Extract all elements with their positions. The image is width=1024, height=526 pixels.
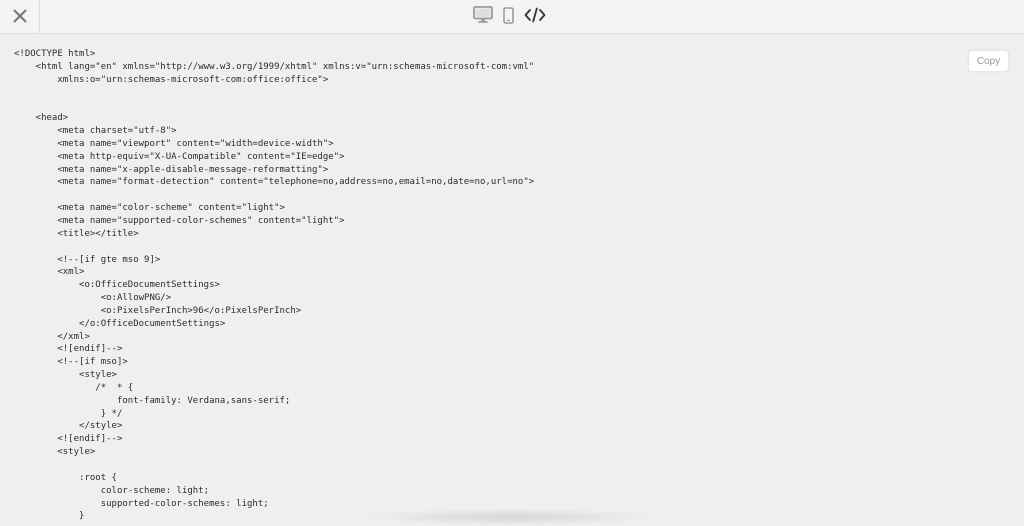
code-line: <html lang="en" xmlns="http://www.w3.org… — [14, 61, 535, 72]
code-line: <head> — [14, 113, 69, 124]
view-mode-switcher — [472, 6, 547, 28]
code-line: <meta http-equiv="X-UA-Compatible" conte… — [14, 151, 345, 162]
code-line: <!--[if mso]> — [14, 357, 128, 368]
code-line: <title></title> — [14, 228, 139, 239]
code-line: } */ — [14, 408, 123, 419]
close-button[interactable] — [0, 0, 40, 34]
code-line: <style> — [14, 370, 117, 381]
code-line: </o:OfficeDocumentSettings> — [14, 318, 226, 329]
code-line: <meta name="format-detection" content="t… — [14, 177, 535, 188]
code-line: <meta name="viewport" content="width=dev… — [14, 138, 334, 149]
code-view-button[interactable] — [523, 7, 547, 27]
mobile-icon — [502, 6, 514, 28]
code-line: <xml> — [14, 267, 85, 278]
code-line: <![endif]--> — [14, 344, 123, 355]
code-icon — [524, 7, 546, 27]
code-block: <!DOCTYPE html> <html lang="en" xmlns="h… — [14, 48, 534, 521]
code-line: :root { — [14, 472, 117, 483]
code-line: <!DOCTYPE html> — [14, 49, 96, 59]
close-icon — [13, 8, 27, 27]
bottom-shadow — [360, 508, 660, 526]
code-line: </style> — [14, 421, 123, 432]
code-line: <o:OfficeDocumentSettings> — [14, 280, 220, 291]
code-line: <style> — [14, 447, 96, 458]
code-line: <meta charset="utf-8"> — [14, 126, 177, 137]
code-viewer[interactable]: <!DOCTYPE html> <html lang="en" xmlns="h… — [0, 35, 1024, 521]
code-line: <!--[if gte mso 9]> — [14, 254, 161, 265]
code-line: font-family: Verdana,sans-serif; — [14, 395, 291, 406]
copy-button[interactable]: Copy — [968, 50, 1009, 72]
code-line: <o:PixelsPerInch>96</o:PixelsPerInch> — [14, 305, 302, 316]
code-line: xmlns:o="urn:schemas-microsoft-com:offic… — [14, 74, 329, 85]
code-line: <meta name="color-scheme" content="light… — [14, 203, 285, 214]
code-line: /* * { — [14, 382, 134, 393]
code-line: color-scheme: light; — [14, 485, 210, 496]
code-line: <![endif]--> — [14, 434, 123, 445]
code-line: </xml> — [14, 331, 90, 342]
top-toolbar — [0, 0, 1024, 34]
code-line: <meta name="x-apple-disable-message-refo… — [14, 164, 329, 175]
mobile-view-button[interactable] — [502, 6, 514, 28]
code-line: <meta name="supported-color-schemes" con… — [14, 215, 345, 226]
desktop-icon — [473, 6, 493, 28]
desktop-view-button[interactable] — [472, 6, 494, 28]
code-line: <o:AllowPNG/> — [14, 293, 172, 304]
